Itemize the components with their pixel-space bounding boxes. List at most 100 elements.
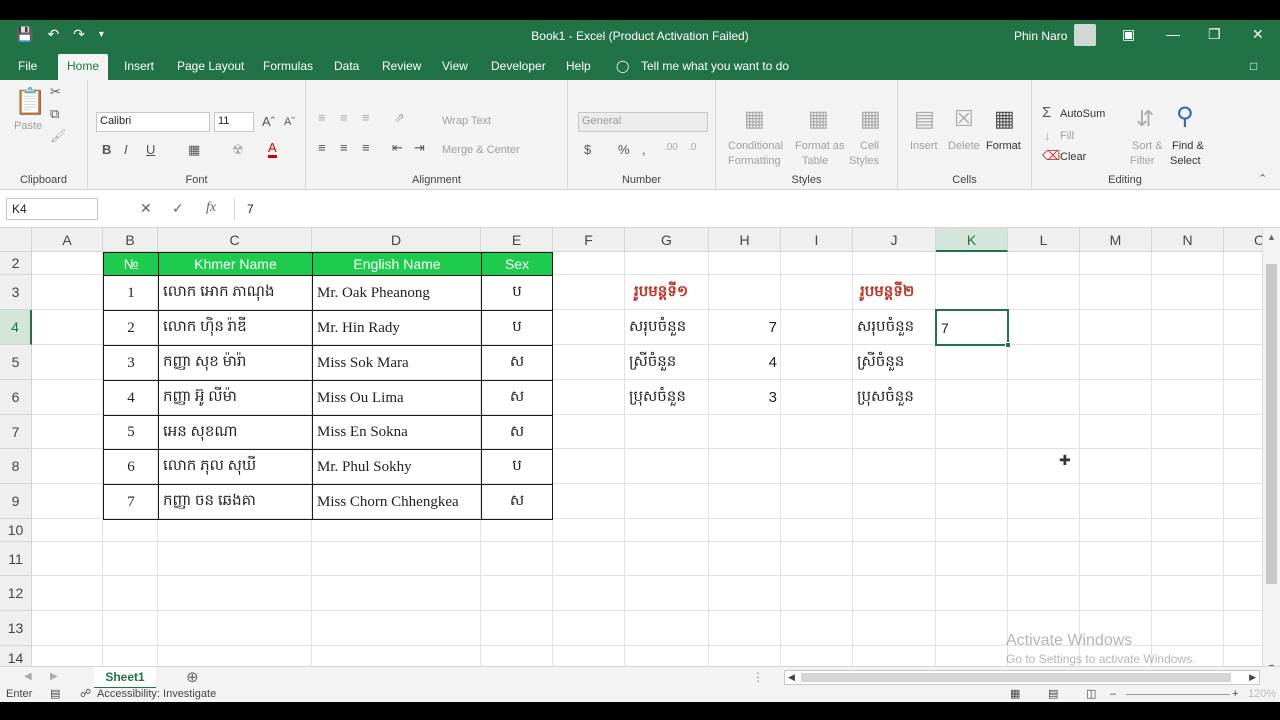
table-cell[interactable]: អេន សុខណា — [158, 415, 313, 450]
cancel-icon[interactable]: ✕ — [140, 200, 152, 217]
delete-cells-icon[interactable]: ☒ — [954, 106, 974, 132]
row-header-12[interactable]: 12 — [0, 576, 32, 611]
table-cell[interactable]: Miss Chorn Chhengkea — [312, 484, 482, 520]
select-all-corner[interactable] — [0, 228, 32, 252]
increase-font-icon[interactable]: Aˆ — [262, 114, 275, 129]
autosum-button[interactable]: AutoSum — [1060, 108, 1105, 120]
scroll-left-icon[interactable]: ◀ — [788, 672, 795, 683]
previous-sheet-icon[interactable]: ◀ — [24, 671, 32, 682]
table-cell[interactable]: លោក ហ៊ិន រ៉ាឌី — [158, 310, 313, 346]
bold-icon[interactable]: B — [102, 142, 111, 157]
column-header-d[interactable]: D — [312, 228, 481, 252]
fill-icon[interactable]: ↓ — [1044, 128, 1051, 143]
decrease-decimal-icon[interactable]: .0 — [688, 142, 696, 153]
sheet-tab-sheet1[interactable]: Sheet1 — [94, 667, 156, 689]
font-size-box[interactable]: 11 — [214, 112, 254, 132]
scroll-right-icon[interactable]: ▶ — [1249, 672, 1256, 683]
column-header-j[interactable]: J — [853, 228, 936, 252]
font-name-box[interactable]: Calibri — [96, 112, 210, 132]
conditional-formatting-label-1[interactable]: Conditional — [728, 140, 783, 152]
row-header-3[interactable]: 3 — [0, 275, 32, 310]
formula2-label-male[interactable]: ប្រុសចំនួន — [853, 380, 936, 415]
table-cell[interactable]: ស — [481, 345, 553, 381]
table-cell[interactable]: Mr. Phul Sokhy — [312, 449, 482, 485]
table-cell[interactable]: 7 — [103, 484, 159, 520]
vertical-scrollbar[interactable]: ▲ ▼ — [1262, 228, 1280, 676]
orientation-icon[interactable]: ⇗ — [394, 110, 405, 126]
align-right-icon[interactable]: ≡ — [362, 140, 370, 155]
column-header-o[interactable]: O — [1224, 228, 1262, 252]
column-header-l[interactable]: L — [1008, 228, 1080, 252]
tab-page-layout[interactable]: Page Layout — [177, 59, 244, 73]
zoom-level[interactable]: 120% — [1248, 688, 1276, 700]
table-cell[interactable]: 4 — [103, 380, 159, 416]
format-cells-label[interactable]: Format — [986, 140, 1021, 152]
table-header-sex[interactable]: Sex — [481, 252, 553, 276]
macro-record-icon[interactable]: ▤ — [50, 687, 60, 700]
tab-data[interactable]: Data — [334, 59, 359, 73]
table-cell[interactable]: Miss Ou Lima — [312, 380, 482, 416]
cell-styles-label-2[interactable]: Styles — [849, 155, 879, 167]
row-header-7[interactable]: 7 — [0, 415, 32, 449]
tab-developer[interactable]: Developer — [491, 59, 546, 73]
table-cell[interactable]: ស — [481, 415, 553, 450]
formula1-label-male[interactable]: ប្រុសចំនួន — [625, 380, 709, 415]
decrease-font-icon[interactable]: Aˇ — [284, 116, 295, 128]
table-cell[interactable]: កញ្ញា អ៊ូ លីម៉ា — [158, 380, 313, 416]
format-cells-icon[interactable]: ▦ — [994, 106, 1015, 132]
accessibility-status[interactable]: Accessibility: Investigate — [97, 688, 216, 700]
fill-handle[interactable] — [1005, 342, 1011, 348]
table-cell[interactable]: លោក អោក ភាណុង — [158, 275, 313, 311]
row-header-5[interactable]: 5 — [0, 345, 32, 380]
align-bottom-icon[interactable]: ≡ — [362, 110, 370, 125]
cut-icon[interactable]: ✂ — [50, 84, 61, 100]
table-cell[interactable]: 1 — [103, 275, 159, 311]
currency-icon[interactable]: $ — [584, 142, 591, 157]
increase-decimal-icon[interactable]: .00 — [664, 142, 678, 153]
zoom-out-icon[interactable]: – — [1110, 688, 1116, 700]
paste-label[interactable]: Paste — [14, 120, 42, 132]
formula1-value-female[interactable]: 4 — [709, 345, 781, 380]
close-icon[interactable]: ✕ — [1252, 26, 1264, 43]
column-header-b[interactable]: B — [103, 228, 158, 252]
normal-view-icon[interactable]: ▦ — [1010, 687, 1020, 700]
table-header-english-name[interactable]: English Name — [312, 252, 482, 276]
column-header-f[interactable]: F — [553, 228, 625, 252]
zoom-slider[interactable] — [1126, 694, 1230, 695]
row-header-11[interactable]: 11 — [0, 542, 32, 576]
tab-home[interactable]: Home — [58, 54, 109, 80]
row-header-14[interactable]: 14 — [0, 646, 32, 666]
find-select-icon[interactable]: ⚲ — [1176, 102, 1194, 131]
tab-help[interactable]: Help — [566, 59, 591, 73]
active-cell-selection[interactable] — [935, 309, 1011, 348]
wrap-text-button[interactable]: Wrap Text — [442, 115, 491, 127]
borders-icon[interactable]: ▦ — [188, 142, 200, 158]
cell-styles-label-1[interactable]: Cell — [860, 140, 879, 152]
horizontal-scroll-thumb[interactable] — [801, 673, 1231, 682]
column-header-g[interactable]: G — [625, 228, 709, 252]
table-cell[interactable]: កញ្ញា ចន ឆេងគា — [158, 484, 313, 520]
insert-function-icon[interactable]: fx — [206, 200, 216, 216]
table-cell[interactable]: 5 — [103, 415, 159, 450]
page-layout-view-icon[interactable]: ▤ — [1048, 687, 1058, 700]
enter-icon[interactable]: ✓ — [172, 200, 184, 217]
vertical-scroll-thumb[interactable] — [1266, 264, 1277, 584]
formula2-label-female[interactable]: ស្រីចំនួន — [853, 345, 936, 380]
formula1-value-total[interactable]: 7 — [709, 310, 781, 345]
fill-color-icon[interactable]: ☢ — [232, 142, 244, 158]
formula1-label-female[interactable]: ស្រីចំនួន — [625, 345, 709, 380]
table-cell[interactable]: ស — [481, 380, 553, 416]
merge-center-button[interactable]: Merge & Center — [442, 144, 520, 156]
tab-insert[interactable]: Insert — [124, 59, 154, 73]
align-middle-icon[interactable]: ≡ — [340, 110, 348, 125]
table-cell[interactable]: Miss En Sokna — [312, 415, 482, 450]
align-top-icon[interactable]: ≡ — [318, 110, 326, 125]
table-cell[interactable]: 6 — [103, 449, 159, 485]
formula1-value-male[interactable]: 3 — [709, 380, 781, 415]
formula-input[interactable]: 7 — [234, 198, 1274, 220]
table-cell[interactable]: កញ្ញា សុខ ម៉ារ៉ា — [158, 345, 313, 381]
insert-cells-icon[interactable]: ▤ — [914, 106, 935, 132]
insert-cells-label[interactable]: Insert — [910, 140, 938, 152]
table-cell[interactable]: 2 — [103, 310, 159, 346]
tab-formulas[interactable]: Formulas — [263, 59, 313, 73]
